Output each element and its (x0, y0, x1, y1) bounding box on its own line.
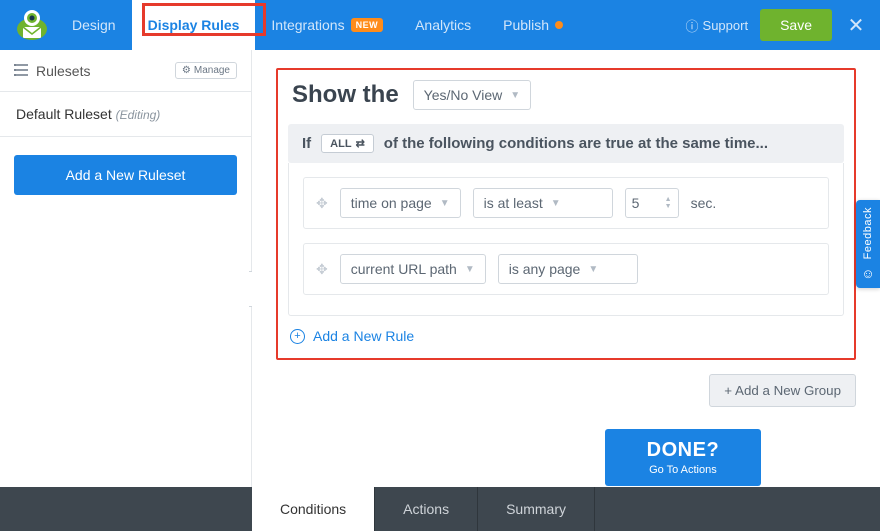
list-icon (14, 63, 28, 79)
rulesets-heading: Rulesets (14, 63, 90, 79)
support-label: Support (703, 18, 749, 33)
main-panel: Show the Yes/No View ▼ If ALL ⇄ of the f… (252, 50, 880, 531)
rule-row: ✥ current URL path ▼ is any page ▼ (303, 243, 829, 295)
ruleset-item[interactable]: Default Ruleset (Editing) (0, 92, 251, 137)
feedback-tab[interactable]: Feedback ☺ (856, 200, 880, 288)
add-ruleset-button[interactable]: Add a New Ruleset (14, 155, 237, 195)
ruleset-name: Default Ruleset (16, 106, 112, 122)
all-any-toggle[interactable]: ALL ⇄ (321, 134, 374, 153)
rule-value-input[interactable]: 5 ▲▼ (625, 188, 679, 218)
top-nav: Design Display Rules Integrations NEW An… (0, 0, 880, 50)
if-suffix: of the following conditions are true at … (384, 135, 768, 152)
bottom-tab-conditions[interactable]: Conditions (252, 487, 375, 531)
support-link[interactable]: ⓘ Support (686, 16, 749, 35)
bottom-tab-summary[interactable]: Summary (478, 487, 595, 531)
chevron-down-icon: ▼ (465, 264, 475, 275)
rule-operator-select[interactable]: is any page ▼ (498, 254, 638, 284)
swap-icon: ⇄ (356, 137, 365, 150)
add-rule-label: Add a New Rule (313, 328, 414, 344)
rule-operator-value: is any page (509, 261, 581, 277)
bottom-tab-actions[interactable]: Actions (375, 487, 478, 531)
drag-handle-icon[interactable]: ✥ (316, 261, 328, 278)
sidebar: Rulesets ⚙ Manage Default Ruleset (Editi… (0, 50, 252, 531)
rule-field-select[interactable]: current URL path ▼ (340, 254, 486, 284)
rule-operator-select[interactable]: is at least ▼ (473, 188, 613, 218)
chevron-down-icon: ▼ (551, 198, 561, 209)
bottom-tab-label: Conditions (280, 501, 346, 517)
rules-list: ✥ time on page ▼ is at least ▼ 5 ▲▼ sec. (288, 163, 844, 316)
ruleset-status: (Editing) (116, 108, 161, 122)
nav-right: ⓘ Support Save ✕ (686, 9, 868, 41)
unit-label: sec. (691, 195, 717, 211)
bottom-tab-label: Actions (403, 501, 449, 517)
add-group-button[interactable]: + Add a New Group (709, 374, 856, 407)
tab-design[interactable]: Design (56, 0, 132, 50)
chevron-down-icon: ▼ (588, 264, 598, 275)
gear-icon: ⚙ (182, 65, 191, 76)
view-select-value: Yes/No View (424, 87, 503, 103)
body: Rulesets ⚙ Manage Default Ruleset (Editi… (0, 50, 880, 531)
brand-logo (8, 7, 56, 43)
tab-integrations[interactable]: Integrations NEW (255, 0, 399, 50)
close-icon[interactable]: ✕ (844, 13, 868, 38)
done-go-to-actions-button[interactable]: DONE? Go To Actions (605, 429, 762, 486)
condition-header: If ALL ⇄ of the following conditions are… (288, 124, 844, 163)
if-label: If (302, 135, 311, 152)
bottom-spacer (0, 487, 252, 531)
rule-operator-value: is at least (484, 195, 543, 211)
bottom-tabbar: Conditions Actions Summary (0, 487, 880, 531)
rule-value: 5 (632, 195, 640, 211)
done-label-small: Go To Actions (647, 464, 720, 476)
drag-handle-icon[interactable]: ✥ (316, 195, 328, 212)
nav-label: Design (72, 17, 116, 33)
number-spinner-icon[interactable]: ▲▼ (665, 196, 672, 210)
show-the-row: Show the Yes/No View ▼ (288, 76, 844, 110)
smile-icon: ☺ (861, 266, 874, 281)
tab-publish[interactable]: Publish (487, 0, 579, 50)
nav-label: Integrations (271, 17, 344, 33)
nav-label: Publish (503, 17, 549, 33)
annotation-highlight-rules: Show the Yes/No View ▼ If ALL ⇄ of the f… (276, 68, 856, 360)
alert-dot-icon (555, 21, 563, 29)
bottom-tab-label: Summary (506, 501, 566, 517)
rulesets-label: Rulesets (36, 63, 90, 79)
done-label-big: DONE? (647, 439, 720, 462)
tab-analytics[interactable]: Analytics (399, 0, 487, 50)
plus-circle-icon: + (290, 329, 305, 344)
save-button[interactable]: Save (760, 9, 832, 41)
feedback-label: Feedback (862, 207, 874, 259)
help-icon: ⓘ (686, 16, 699, 35)
nav-label: Analytics (415, 17, 471, 33)
chevron-down-icon: ▼ (510, 90, 520, 101)
nav-label: Display Rules (148, 17, 240, 33)
manage-button[interactable]: ⚙ Manage (175, 62, 237, 79)
rule-field-select[interactable]: time on page ▼ (340, 188, 461, 218)
rule-field-value: current URL path (351, 261, 457, 277)
sidebar-header: Rulesets ⚙ Manage (0, 50, 251, 92)
manage-label: Manage (194, 65, 230, 76)
view-select[interactable]: Yes/No View ▼ (413, 80, 532, 110)
new-badge: NEW (351, 18, 384, 32)
all-chip-label: ALL (330, 138, 351, 150)
show-the-label: Show the (292, 81, 399, 109)
rule-field-value: time on page (351, 195, 432, 211)
nav-tabs: Design Display Rules Integrations NEW An… (56, 0, 579, 50)
chevron-down-icon: ▼ (440, 198, 450, 209)
rule-row: ✥ time on page ▼ is at least ▼ 5 ▲▼ sec. (303, 177, 829, 229)
add-rule-button[interactable]: + Add a New Rule (288, 322, 844, 346)
tab-display-rules[interactable]: Display Rules (132, 0, 256, 50)
